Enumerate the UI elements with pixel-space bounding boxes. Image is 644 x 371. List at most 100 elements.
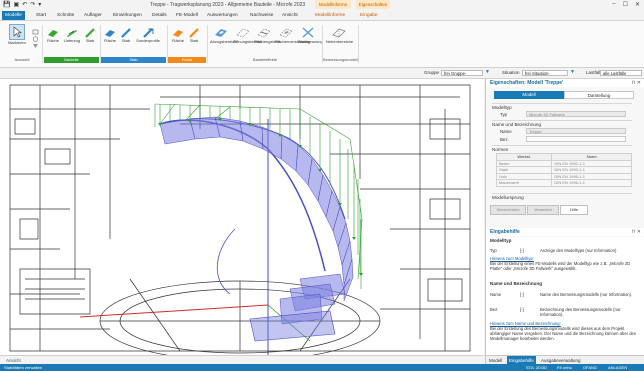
- tab-ansicht[interactable]: Ansicht: [282, 11, 298, 20]
- tab-auswertungen[interactable]: Auswertungen: [207, 11, 238, 20]
- tab-darstellung[interactable]: Darstellung: [564, 91, 634, 99]
- tab-nachweise[interactable]: Nachweise: [250, 11, 273, 20]
- help-content: Modelltyp Typ [-] Anzeige des Modelltyps…: [486, 237, 644, 355]
- minimize-button[interactable]: –: [612, 1, 615, 8]
- bar-cross-icon: [301, 26, 315, 39]
- ribbon-tabs: Modelle Start Schnitte Auflager Einwirku…: [0, 9, 644, 21]
- punkt-stab-button[interactable]: Stab: [187, 28, 201, 44]
- name-field[interactable]: Treppe: [526, 128, 626, 134]
- bez-label: Bez.: [500, 137, 509, 142]
- viewport-tab-ansicht[interactable]: Ansicht: [6, 358, 21, 363]
- ribbon: Markieren Auswahl Fläche Unterzug Stab B…: [0, 21, 644, 68]
- gruppe-select[interactable]: frei Gruppe-: [441, 69, 483, 76]
- nebenbereiche-button[interactable]: Nebenbereiche: [326, 26, 354, 45]
- stair-3d-model: [9, 84, 471, 355]
- bauteil-flaeche-label: Fläche: [46, 38, 59, 43]
- status-ofang[interactable]: OFANG: [583, 364, 597, 371]
- tab-details[interactable]: Details: [152, 11, 167, 20]
- maximize-button[interactable]: ☐: [623, 1, 628, 8]
- stab-flaeche-button[interactable]: Fläche: [102, 28, 118, 44]
- markieren-button[interactable]: Markieren: [3, 24, 31, 46]
- typ-label: Typ: [500, 112, 508, 117]
- section-modelltyp: Modelltyp: [492, 103, 632, 111]
- unterzug-button[interactable]: Unterzug: [62, 28, 82, 44]
- panel-title: Eigenschaften: Modell 'Treppe': [486, 79, 644, 87]
- bez-field[interactable]: [526, 136, 626, 142]
- title-bar: 💾 ▣ ↶ ↷ ▾ Treppe - Tragwerksplanung 2023…: [0, 0, 644, 9]
- tab-modelle[interactable]: Modelle: [2, 10, 25, 20]
- ribbon-separator: [207, 25, 208, 63]
- norm-cell: DIN EN 1996-1-1: [551, 179, 632, 187]
- situation-select[interactable]: frei Situation-: [522, 69, 568, 76]
- tab-einwirkungen[interactable]: Einwirkungen: [113, 11, 142, 20]
- quick-access-toolbar: 💾 ▣ ↶ ↷ ▾: [3, 1, 41, 8]
- panel-tabs: Modell Darstellung: [494, 91, 634, 99]
- sonderprofile-button[interactable]: Sonderprofile: [134, 28, 162, 44]
- punkt-stab-label: Stab: [189, 38, 199, 43]
- gruppe-filter-icon[interactable]: ▼: [485, 69, 490, 75]
- group-label-stab: Stab: [101, 57, 166, 63]
- save-icon[interactable]: 💾: [3, 1, 10, 8]
- group-label-bauteileffekte: Bauteileffekte: [252, 57, 278, 62]
- status-anlagen[interactable]: ANLAGEN: [608, 364, 627, 371]
- abzugsbereich-button[interactable]: Abzugsbereich: [210, 26, 236, 45]
- tab-eingabe[interactable]: Eingabe: [360, 11, 378, 20]
- bauteil-stab-button[interactable]: Stab: [83, 28, 97, 44]
- model-viewport[interactable]: [0, 79, 484, 355]
- tab-schnitte[interactable]: Schnitte: [57, 11, 74, 20]
- uebernehmen-button[interactable]: Übernehmen: [490, 205, 526, 215]
- bauteil-flaeche-button[interactable]: Fläche: [45, 28, 61, 44]
- help-heading-name: Name und Bezeichnung: [490, 281, 543, 286]
- new-icon[interactable]: ▣: [13, 1, 19, 8]
- beam-green-icon: [66, 28, 78, 38]
- tab-modell[interactable]: Modell: [494, 91, 564, 99]
- tab-modellinforme[interactable]: Modellinforme: [315, 11, 345, 20]
- close-button[interactable]: ✕: [635, 1, 640, 8]
- help-bez-unit: [-]: [520, 307, 524, 312]
- bottom-tab-ausgabeverwaltung[interactable]: Ausgabeverwaltung: [541, 358, 581, 363]
- tab-auflager[interactable]: Auflager: [84, 11, 102, 20]
- window-title: Treppe - Tragwerksplanung 2023 - Allgeme…: [150, 1, 306, 8]
- cursor-select-icon: [9, 24, 25, 40]
- help-heading-modelltyp: Modelltyp: [490, 238, 512, 243]
- situation-filter-icon[interactable]: ▼: [570, 69, 575, 75]
- flaechenverstaerkung-button[interactable]: Flächenverstärkung: [275, 26, 310, 45]
- stab-flaeche-label: Fläche: [103, 38, 116, 43]
- dropdown-icon[interactable]: ▾: [38, 1, 41, 8]
- undo-icon[interactable]: ↶: [22, 1, 27, 8]
- tab-fe-modell[interactable]: FE-Modell: [176, 11, 198, 20]
- help-hinweis-modelltyp-text: Bei der Erstellung eines FE-Modells wird…: [490, 261, 631, 271]
- bar-green-icon: [84, 28, 96, 38]
- status-ortho[interactable]: F8 ortho: [557, 364, 572, 371]
- help-name-text: Name des Bemessungsmodells (nur Informat…: [540, 292, 633, 297]
- name-label: Name: [500, 129, 512, 134]
- flaechengelenk-button[interactable]: Flächengelenk: [254, 26, 280, 45]
- oeffnungsbereich-button[interactable]: Öffnungsbereich: [233, 26, 262, 45]
- bar-blue-icon: [120, 28, 132, 38]
- sonderprofile-label: Sonderprofile: [136, 38, 160, 43]
- properties-panel: Eigenschaften: Modell 'Treppe' ⊓ ✕ Model…: [485, 79, 644, 365]
- help-bez-label: Bez.: [490, 307, 499, 312]
- lastfall-select[interactable]: alle Lastfälle: [600, 69, 642, 76]
- redo-icon[interactable]: ↷: [30, 1, 35, 8]
- status-text: Stabilitäten verwalten: [4, 365, 43, 370]
- help-pin-icon[interactable]: ⊓ ✕: [632, 229, 641, 235]
- surface-blue-icon: [104, 28, 116, 38]
- panel-pin-icon[interactable]: ⊓ ✕: [632, 80, 641, 86]
- punkt-flaeche-button[interactable]: Fläche: [170, 28, 186, 44]
- panel-action-buttons: Übernehmen Verwerfen Hilfe: [490, 205, 641, 215]
- typ-field: Microfe 3D Faltwerk: [526, 111, 626, 117]
- help-name-label: Name: [490, 292, 502, 297]
- tab-start[interactable]: Start: [36, 11, 46, 20]
- stab-stab-button[interactable]: Stab: [119, 28, 133, 44]
- stabkreuzung-button[interactable]: Stabkreuzung: [298, 26, 323, 45]
- status-sta[interactable]: STA: 2D/3D: [526, 364, 547, 371]
- nebenbereiche-label: Nebenbereiche: [326, 39, 354, 44]
- table-row[interactable]: Mauerwerk DIN EN 1996-1-1: [495, 179, 632, 187]
- stabkreuzung-label: Stabkreuzung: [298, 39, 323, 44]
- subtract-area-icon: [214, 26, 228, 39]
- hilfe-button[interactable]: Hilfe: [560, 205, 588, 215]
- unterzug-label: Unterzug: [63, 38, 81, 43]
- verwerfen-button[interactable]: Verwerfen: [527, 205, 559, 215]
- bottom-tab-modell[interactable]: Modell: [489, 358, 502, 363]
